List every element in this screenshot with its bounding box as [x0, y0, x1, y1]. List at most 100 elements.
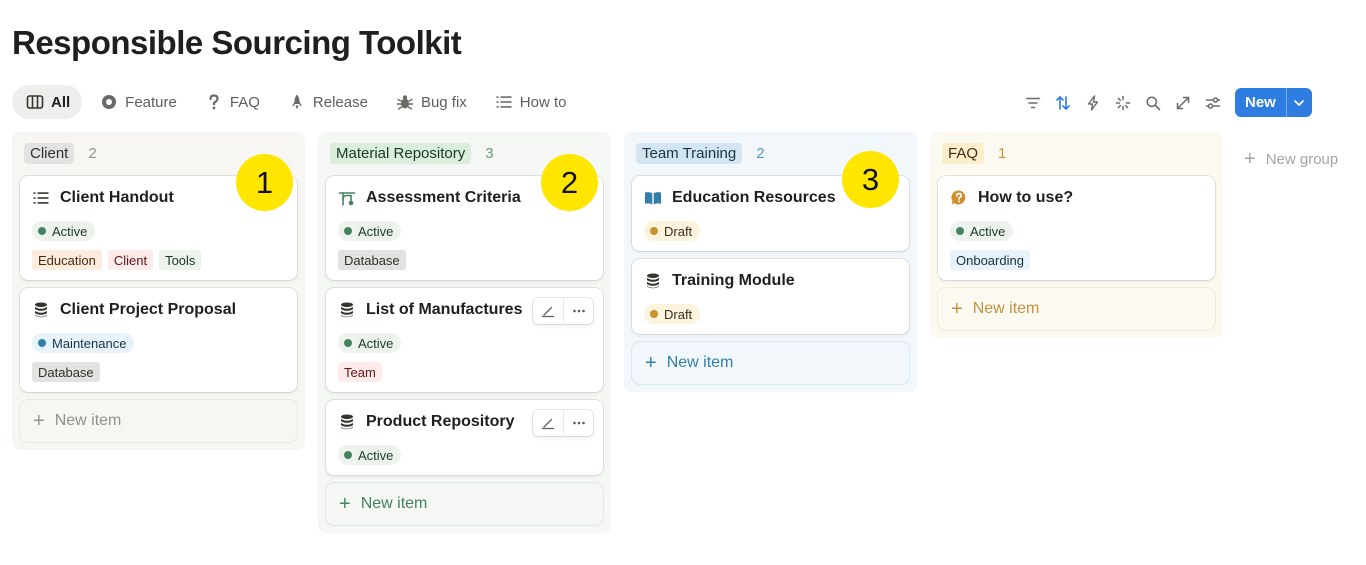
database-icon — [35, 302, 47, 318]
lightning-icon — [1087, 94, 1099, 111]
more-icon — [572, 309, 585, 313]
automation-button[interactable] — [1078, 89, 1108, 117]
tab-how-to[interactable]: How to — [483, 85, 579, 119]
search-button[interactable] — [1138, 89, 1168, 117]
database-icon — [341, 414, 353, 430]
tab-label: All — [51, 93, 71, 111]
tab-faq[interactable]: FAQ — [193, 85, 272, 119]
new-item-button[interactable]: + New item — [326, 483, 603, 525]
question-icon — [209, 94, 219, 110]
column-count: 2 — [756, 144, 765, 162]
card-actions — [533, 410, 593, 436]
status-text: Maintenance — [52, 335, 127, 351]
status-text: Draft — [664, 306, 693, 322]
tag-database: Database — [32, 362, 100, 382]
more-button[interactable] — [563, 298, 593, 324]
list-icon — [33, 192, 49, 204]
card-list-of-manufactures[interactable]: List of Manufactures Active Team — [326, 288, 603, 392]
card-title: Client Handout — [60, 189, 174, 206]
filter-icon — [1025, 97, 1041, 108]
plus-icon: + — [645, 352, 657, 374]
tag-education: Education — [32, 250, 102, 270]
more-button[interactable] — [563, 410, 593, 436]
database-icon — [647, 273, 659, 289]
chevron-down-icon — [1294, 99, 1305, 106]
card-title: Training Module — [672, 272, 795, 289]
sort-icon — [1056, 95, 1070, 110]
tab-release[interactable]: Release — [276, 85, 380, 119]
tag-onboarding: Onboarding — [950, 250, 1030, 270]
sort-button[interactable] — [1048, 89, 1078, 117]
card-title: List of Manufactures — [366, 301, 523, 318]
status-badge: Active — [32, 221, 96, 241]
new-item-button[interactable]: + New item — [632, 342, 909, 384]
column-title[interactable]: Client — [24, 142, 75, 164]
tab-feature[interactable]: Feature — [88, 85, 189, 119]
new-item-button[interactable]: + New item — [938, 288, 1215, 330]
toolbar: New — [1018, 88, 1312, 117]
column-count: 2 — [88, 144, 97, 162]
card-training-module[interactable]: Training Module Draft — [632, 259, 909, 334]
question-bubble-icon — [951, 190, 966, 205]
tab-label: How to — [519, 93, 567, 111]
new-button-label[interactable]: New — [1235, 88, 1286, 117]
column-title[interactable]: FAQ — [942, 142, 985, 164]
search-icon — [1146, 95, 1161, 110]
status-text: Active — [52, 223, 88, 239]
column-header: FAQ 1 — [942, 142, 1215, 164]
ai-button[interactable] — [1108, 89, 1138, 117]
expand-button[interactable] — [1168, 89, 1198, 117]
column-title[interactable]: Team Training — [636, 142, 743, 164]
card-title: How to use? — [978, 189, 1074, 206]
database-icon — [341, 302, 353, 318]
status-badge: Active — [950, 221, 1014, 241]
card-title-row: How to use? — [950, 188, 1203, 208]
filter-button[interactable] — [1018, 89, 1048, 117]
column-title[interactable]: Material Repository — [330, 142, 472, 164]
sparkle-icon — [1115, 95, 1131, 110]
new-item-label: New item — [666, 354, 734, 371]
tab-all[interactable]: All — [12, 85, 83, 119]
tag-tools: Tools — [159, 250, 202, 270]
edit-button[interactable] — [533, 298, 563, 324]
column-count: 1 — [998, 144, 1007, 162]
sliders-icon — [1205, 96, 1221, 109]
expand-icon — [1176, 96, 1190, 109]
rocket-icon — [291, 94, 302, 110]
card-title: Client Project Proposal — [60, 301, 237, 318]
circle-icon — [102, 95, 117, 109]
tag-team: Team — [338, 362, 382, 382]
book-icon — [645, 192, 661, 205]
card-title-row: Client Project Proposal — [32, 300, 285, 320]
status-text: Active — [970, 223, 1006, 239]
tab-label: Bug fix — [420, 93, 467, 111]
columns-icon — [26, 95, 44, 109]
column-count: 3 — [485, 144, 494, 162]
edit-button[interactable] — [533, 410, 563, 436]
tag-database: Database — [338, 250, 406, 270]
plus-icon: + — [33, 410, 45, 432]
status-badge: Active — [338, 221, 402, 241]
tab-label: Feature — [125, 93, 177, 111]
annotation-badge-3: 3 — [842, 151, 899, 208]
plus-icon: + — [1244, 148, 1256, 170]
annotation-badge-1: 1 — [236, 154, 293, 211]
pencil-icon — [541, 418, 555, 430]
card-title: Education Resources — [672, 189, 836, 206]
card-product-repository[interactable]: Product Repository Active — [326, 400, 603, 475]
new-group-button[interactable]: + New group — [1244, 149, 1338, 169]
status-text: Active — [358, 223, 394, 239]
plus-icon: + — [339, 493, 351, 515]
card-how-to-use[interactable]: How to use? Active Onboarding — [938, 176, 1215, 280]
settings-button[interactable] — [1198, 89, 1228, 117]
annotation-badge-2: 2 — [541, 154, 598, 211]
card-title-row: Training Module — [644, 271, 897, 291]
status-badge: Draft — [644, 304, 701, 324]
new-item-button[interactable]: + New item — [20, 400, 297, 442]
card-client-project-proposal[interactable]: Client Project Proposal Maintenance Data… — [20, 288, 297, 392]
tab-bug-fix[interactable]: Bug fix — [384, 85, 479, 119]
status-badge: Active — [338, 333, 402, 353]
pencil-icon — [541, 306, 555, 318]
status-text: Draft — [664, 223, 693, 239]
new-dropdown-button[interactable] — [1285, 88, 1312, 117]
